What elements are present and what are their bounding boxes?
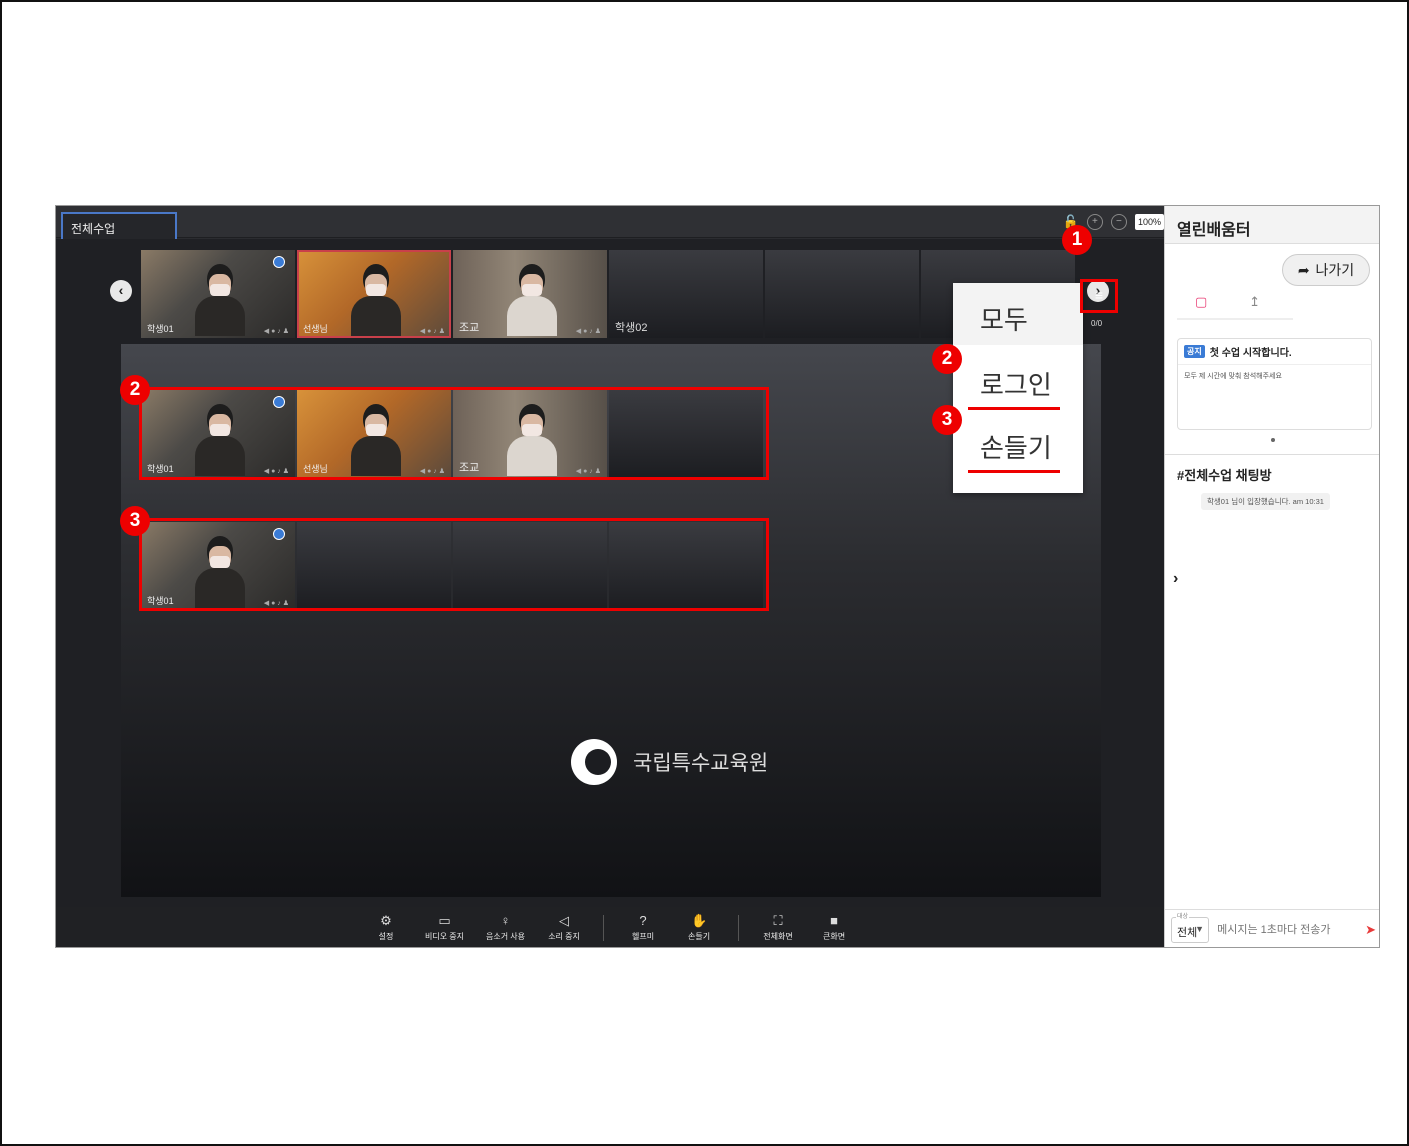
notice-body: 모두 제 시간에 맞춰 참석해주세요 xyxy=(1184,373,1282,380)
tool-label: 음소거 사용 xyxy=(486,932,526,941)
tool-label: 설정 xyxy=(378,932,394,941)
callout-badge: 1 xyxy=(1062,225,1092,255)
divider xyxy=(1165,454,1379,455)
notice-title: 첫 수업 시작합니다. xyxy=(1209,348,1292,359)
sound-stop-button[interactable]: ◁ 소리 중지 xyxy=(547,914,581,942)
zoom-level: 100% xyxy=(1134,214,1164,230)
right-sidebar: 열린배움터 ➦ 나가기 ▢ ↥ 공지 첫 수업 시작합니다. 모두 제 시간에 … xyxy=(1164,206,1379,947)
top-bar: 전체수업 🔓 + − 100% xyxy=(56,206,1164,239)
target-caption: 대상 xyxy=(1176,910,1190,920)
notice-card: 공지 첫 수업 시작합니다. 모두 제 시간에 맞춰 참석해주세요 xyxy=(1177,338,1372,430)
filter-option-all[interactable]: 모두 xyxy=(953,283,1083,345)
send-icon[interactable]: ➤ xyxy=(1365,922,1376,938)
participant-name: 학생02 xyxy=(615,322,648,334)
virtual-classroom-window: 전체수업 🔓 + − 100% 국립특수교육원 ‹ › 0/0 학생01 ◀ ●… xyxy=(55,205,1380,948)
tool-label: 소리 중지 xyxy=(548,932,580,941)
exit-label: 나가기 xyxy=(1315,262,1355,278)
hand-raised-icon xyxy=(273,256,285,268)
big-screen-icon: ■ xyxy=(830,913,838,928)
org-name: 국립특수교육원 xyxy=(633,752,769,775)
participant-strip: 학생01 ◀ ● ♪ ♟ 선생님 ◀ ● ♪ ♟ 조교 ◀ ● ♪ ♟ 학생02 xyxy=(141,250,1075,338)
chat-icon[interactable]: ▢ xyxy=(1195,294,1207,318)
fullscreen-icon: ⛶ xyxy=(773,913,783,928)
hand-icon: ✋ xyxy=(690,913,708,928)
tool-label: 헬프미 xyxy=(631,932,655,941)
chat-system-message: 학생01 님이 입장했습니다. am 10:31 xyxy=(1201,493,1330,510)
video-stage: 국립특수교육원 ‹ › 0/0 학생01 ◀ ● ♪ ♟ 선생님 ◀ ● ♪ ♟… xyxy=(56,225,1164,907)
speaker-icon: ◁ xyxy=(559,913,570,928)
participant-tile[interactable]: 학생01 ◀ ● ♪ ♟ xyxy=(141,250,295,338)
chevron-right-icon[interactable]: › xyxy=(1173,570,1178,588)
target-select[interactable]: 대상 전체 ▼ xyxy=(1171,910,1210,943)
fullscreen-button[interactable]: ⛶ 전체화면 xyxy=(761,914,795,942)
chat-input-bar: 대상 전체 ▼ ➤ xyxy=(1165,909,1379,947)
participant-video xyxy=(351,264,401,336)
zoom-out-icon[interactable]: − xyxy=(1110,214,1127,230)
file-upload-icon[interactable]: ↥ xyxy=(1249,294,1260,318)
mic-icon: ♀ xyxy=(500,913,511,928)
help-me-button[interactable]: ? 헬프미 xyxy=(626,914,660,942)
filter-option-login[interactable]: 로그인 xyxy=(953,355,1083,417)
chevron-left-icon[interactable]: ‹ xyxy=(110,280,132,302)
participant-tile[interactable]: 선생님 ◀ ● ♪ ♟ xyxy=(297,250,451,338)
mute-button[interactable]: ♀ 음소거 사용 xyxy=(486,914,525,942)
filter-option-label: 손들기 xyxy=(980,433,1052,463)
participant-name: 학생01 xyxy=(147,324,174,334)
callout-badge: 3 xyxy=(932,405,962,435)
callout-badge: 2 xyxy=(932,344,962,374)
big-screen-button[interactable]: ■ 큰화면 xyxy=(817,914,851,942)
tool-label: 전체화면 xyxy=(763,932,793,941)
participant-tile[interactable]: 학생02 xyxy=(609,250,763,338)
caret-down-icon: ▼ xyxy=(1195,923,1205,934)
tab-whole-class[interactable]: 전체수업 xyxy=(61,212,177,239)
highlight-underline xyxy=(968,407,1060,410)
help-icon: ? xyxy=(639,913,647,928)
settings-button[interactable]: ⚙ 설정 xyxy=(369,914,403,942)
participant-video xyxy=(195,264,245,336)
media-status-icons: ◀ ● ♪ ♟ xyxy=(419,328,445,335)
filter-option-label: 로그인 xyxy=(980,370,1052,400)
raise-hand-button[interactable]: ✋ 손들기 xyxy=(682,914,716,942)
notice-tag: 공지 xyxy=(1184,345,1205,358)
callout-badge: 3 xyxy=(120,506,150,536)
page-count: 0/0 xyxy=(1091,319,1103,328)
sidebar-title: 열린배움터 xyxy=(1165,206,1379,244)
participant-name: 조교 xyxy=(459,322,480,334)
org-logo: 국립특수교육원 xyxy=(571,739,768,785)
notice-title-row: 공지 첫 수업 시작합니다. xyxy=(1178,339,1371,365)
org-emblem-icon xyxy=(571,739,617,785)
toolbar-divider xyxy=(603,915,605,941)
toolbar-divider xyxy=(738,915,740,941)
sidebar-tabs: ▢ ↥ xyxy=(1177,294,1293,320)
highlight-underline xyxy=(968,470,1060,473)
settings-icon: ⚙ xyxy=(380,913,392,928)
message-input[interactable] xyxy=(1215,916,1360,943)
bottom-toolbar: ⚙ 설정 ▭ 비디오 중지 ♀ 음소거 사용 ◁ 소리 중지 ? 헬프미 ✋ 손들기 ⛶ 전체… xyxy=(56,907,1164,947)
participant-tile[interactable]: 조교 ◀ ● ♪ ♟ xyxy=(453,250,607,338)
callout-box-hand xyxy=(139,518,769,611)
video-icon: ▭ xyxy=(438,913,451,928)
participant-video xyxy=(507,264,557,336)
video-stop-button[interactable]: ▭ 비디오 중지 xyxy=(425,914,464,942)
exit-button[interactable]: ➦ 나가기 xyxy=(1282,254,1370,286)
chat-room-title: #전체수업 채팅방 xyxy=(1177,468,1272,483)
tool-label: 비디오 중지 xyxy=(424,932,464,941)
filter-button[interactable]: ≡ xyxy=(1080,279,1118,313)
zoom-in-icon[interactable]: + xyxy=(1086,214,1103,230)
participant-tile-empty xyxy=(765,250,919,338)
filter-icon: ≡ xyxy=(1094,287,1104,303)
exit-icon: ➦ xyxy=(1297,261,1310,278)
tool-label: 큰화면 xyxy=(822,932,846,941)
participant-filter-menu: 모두 로그인 손들기 xyxy=(953,283,1083,493)
media-status-icons: ◀ ● ♪ ♟ xyxy=(575,328,601,335)
filter-option-raise-hand[interactable]: 손들기 xyxy=(953,418,1083,480)
callout-box-login xyxy=(139,387,769,480)
participant-name: 선생님 xyxy=(303,324,328,334)
tool-label: 손들기 xyxy=(687,932,711,941)
callout-badge: 2 xyxy=(120,375,150,405)
carousel-dot[interactable] xyxy=(1271,438,1275,442)
media-status-icons: ◀ ● ♪ ♟ xyxy=(263,328,289,335)
